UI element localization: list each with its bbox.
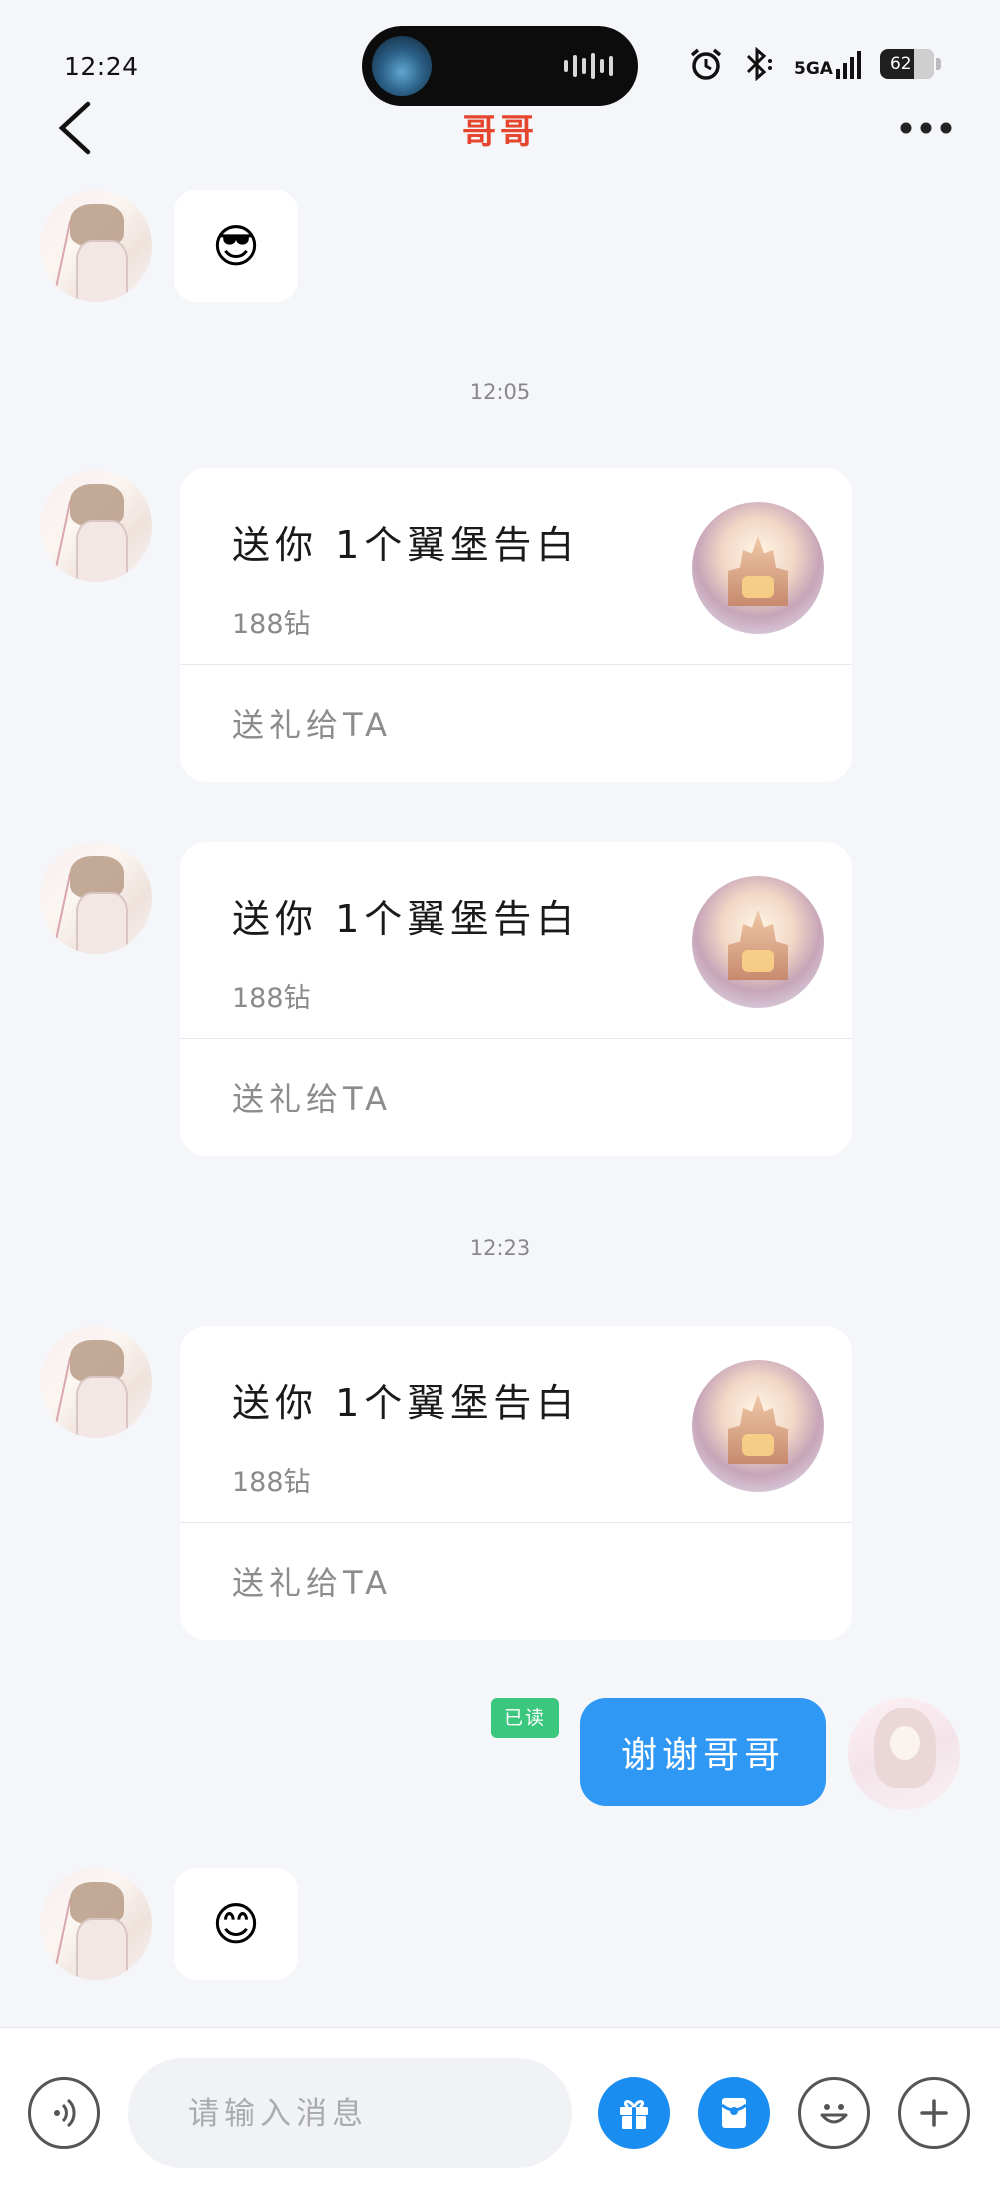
audio-wave-icon bbox=[564, 52, 613, 80]
avatar-self[interactable] bbox=[848, 1698, 960, 1810]
signal-icon: 5GA bbox=[794, 49, 862, 79]
gift-price: 188钻 bbox=[232, 983, 311, 1014]
self-text-message[interactable]: 谢谢哥哥 bbox=[580, 1698, 826, 1806]
voice-icon[interactable] bbox=[28, 2077, 100, 2149]
gift-title: 送你 1个翼堡告白 bbox=[232, 523, 580, 567]
gift-title: 送你 1个翼堡告白 bbox=[232, 897, 580, 941]
now-playing-artwork bbox=[372, 36, 432, 96]
avatar-other[interactable] bbox=[40, 842, 152, 954]
battery-icon: 62 bbox=[879, 49, 941, 79]
alarm-icon bbox=[690, 48, 722, 80]
dynamic-island[interactable] bbox=[362, 26, 638, 106]
gift-message-card[interactable]: 送你 1个翼堡告白 188钻 送礼给TA bbox=[180, 1326, 852, 1640]
gift-price: 188钻 bbox=[232, 609, 311, 640]
divider bbox=[180, 664, 852, 665]
timestamp: 12:23 bbox=[469, 1236, 531, 1260]
divider bbox=[180, 1522, 852, 1523]
gift-icon[interactable] bbox=[598, 2077, 670, 2149]
castle-gift-image bbox=[692, 876, 824, 1008]
avatar-other[interactable] bbox=[40, 470, 152, 582]
gift-message-card[interactable]: 送你 1个翼堡告白 188钻 送礼给TA bbox=[180, 468, 852, 782]
gift-price: 188钻 bbox=[232, 1467, 311, 1498]
emoji-message[interactable]: 😊 bbox=[174, 1868, 298, 1980]
emoji-message[interactable]: 😎 bbox=[174, 190, 298, 302]
plus-icon[interactable] bbox=[898, 2077, 970, 2149]
divider bbox=[180, 1038, 852, 1039]
gift-message-card[interactable]: 送你 1个翼堡告白 188钻 送礼给TA bbox=[180, 842, 852, 1156]
chat-title: 哥哥 bbox=[462, 112, 538, 152]
more-icon[interactable] bbox=[896, 110, 956, 146]
send-gift-button[interactable]: 送礼给TA bbox=[232, 700, 392, 746]
read-status-badge: 已读 bbox=[491, 1698, 559, 1738]
avatar-other[interactable] bbox=[40, 1326, 152, 1438]
avatar-other[interactable] bbox=[40, 190, 152, 302]
message-input[interactable] bbox=[186, 2058, 550, 2170]
battery-level: 62 bbox=[889, 54, 912, 74]
bluetooth-icon bbox=[746, 46, 772, 82]
send-gift-button[interactable]: 送礼给TA bbox=[232, 1074, 392, 1120]
avatar-other[interactable] bbox=[40, 1868, 152, 1980]
red-packet-icon[interactable] bbox=[698, 2077, 770, 2149]
emoji-icon[interactable] bbox=[798, 2077, 870, 2149]
gift-title: 送你 1个翼堡告白 bbox=[232, 1381, 580, 1425]
send-gift-button[interactable]: 送礼给TA bbox=[232, 1558, 392, 1604]
castle-gift-image bbox=[692, 1360, 824, 1492]
message-input-container[interactable] bbox=[128, 2058, 572, 2170]
status-time: 12:24 bbox=[64, 52, 139, 81]
timestamp: 12:05 bbox=[469, 380, 531, 404]
status-icons: 5GA 62 bbox=[688, 44, 941, 84]
castle-gift-image bbox=[692, 502, 824, 634]
